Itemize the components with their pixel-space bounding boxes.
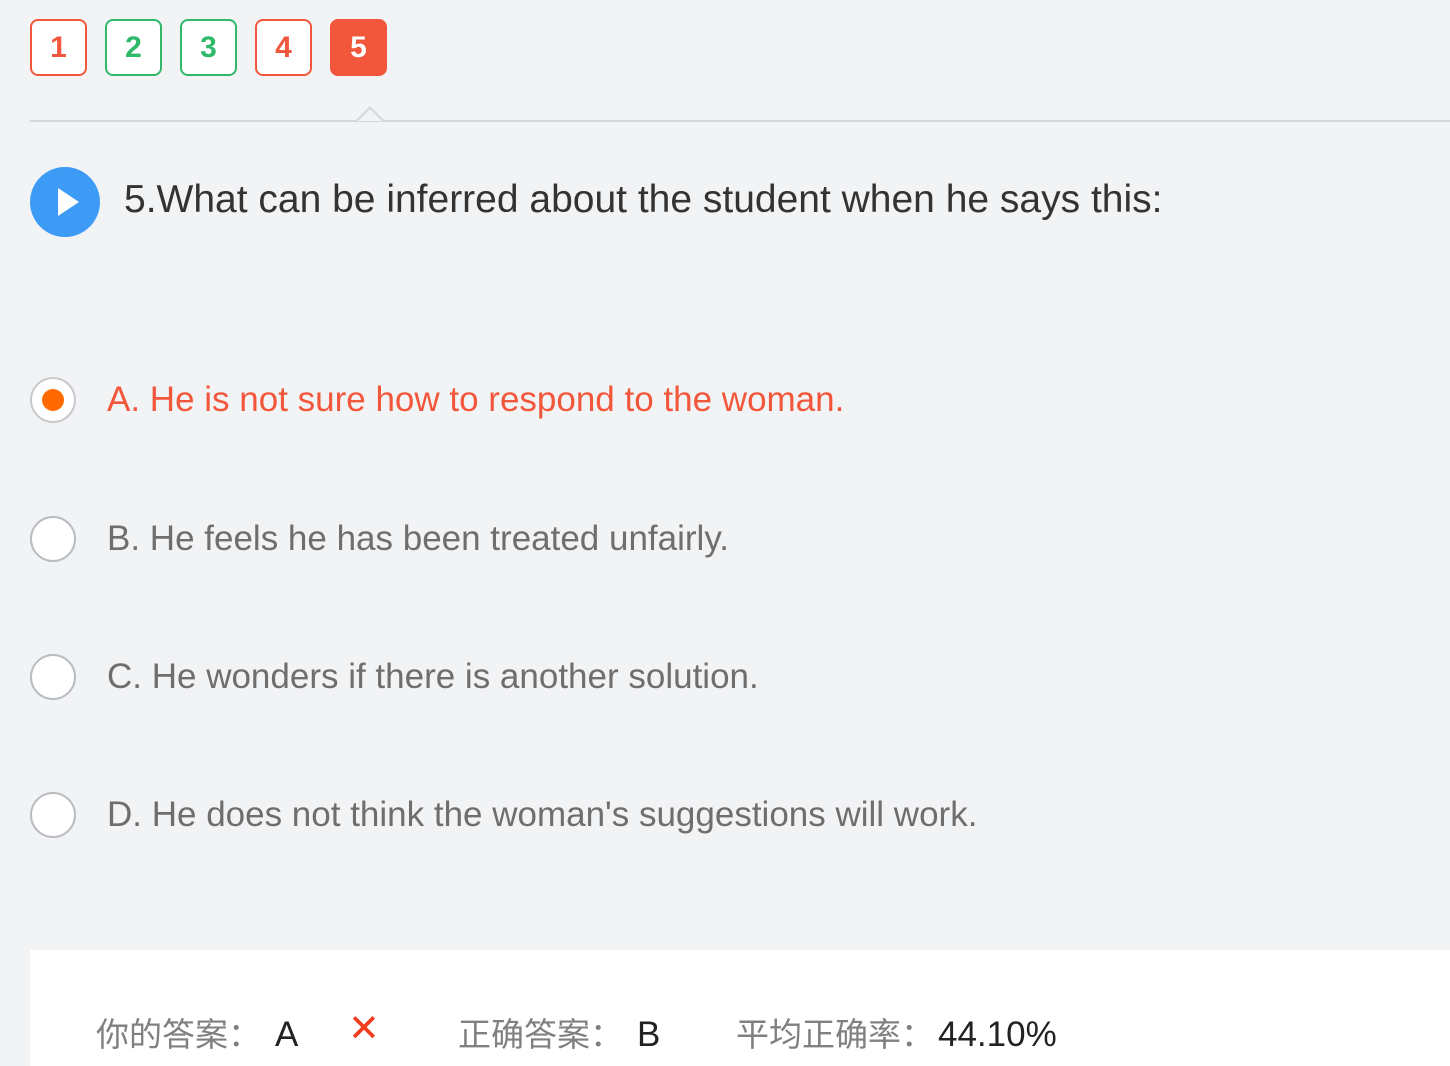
question-tab-5[interactable]: 5 <box>330 19 387 76</box>
option-c-radio[interactable] <box>30 654 76 700</box>
option-d[interactable]: D. He does not think the woman's suggest… <box>30 790 977 840</box>
average-rate-value: 44.10% <box>938 1015 1057 1054</box>
question-tab-2[interactable]: 2 <box>105 19 162 76</box>
average-rate-label: 平均正确率： <box>736 1015 934 1054</box>
average-rate: 平均正确率： 44.10% <box>736 1008 1057 1056</box>
option-a-radio[interactable] <box>30 377 76 423</box>
option-b-label: B. He feels he has been treated unfairly… <box>107 519 729 558</box>
your-answer-label: 你的答案： <box>96 1015 261 1054</box>
correct-answer: 正确答案： B <box>458 1008 660 1056</box>
option-b-radio[interactable] <box>30 516 76 562</box>
active-tab-caret-fill <box>358 109 382 121</box>
question-tab-3[interactable]: 3 <box>180 19 237 76</box>
your-answer: 你的答案： A <box>96 1008 298 1056</box>
question-tab-1[interactable]: 1 <box>30 19 87 76</box>
question-text: 5.What can be inferred about the student… <box>124 178 1163 221</box>
option-a-label: A. He is not sure how to respond to the … <box>107 380 845 419</box>
option-b[interactable]: B. He feels he has been treated unfairly… <box>30 514 729 564</box>
your-answer-value: A <box>275 1015 299 1054</box>
question-tabs: 1 2 3 4 5 <box>30 19 387 76</box>
play-icon[interactable] <box>30 167 100 237</box>
question-tab-4[interactable]: 4 <box>255 19 312 76</box>
option-c[interactable]: C. He wonders if there is another soluti… <box>30 652 759 702</box>
option-c-label: C. He wonders if there is another soluti… <box>107 657 759 696</box>
option-d-radio[interactable] <box>30 792 76 838</box>
option-d-label: D. He does not think the woman's suggest… <box>107 795 978 834</box>
result-bar: 你的答案： A ✕ 正确答案： B 平均正确率： 44.10% <box>30 950 1450 1066</box>
option-a[interactable]: A. He is not sure how to respond to the … <box>30 375 844 425</box>
tab-divider <box>30 120 1450 122</box>
correct-answer-label: 正确答案： <box>458 1015 623 1054</box>
correct-answer-value: B <box>637 1015 661 1054</box>
wrong-icon: ✕ <box>348 1008 380 1050</box>
